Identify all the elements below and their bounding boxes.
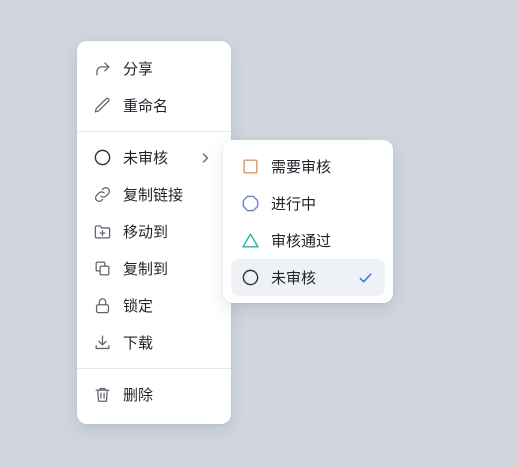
menu-item-label: 重命名 [123,97,169,115]
status-option-label: 审核通过 [271,232,332,250]
menu-divider [77,131,231,132]
square-icon [241,157,260,176]
status-option-needs-review[interactable]: 需要审核 [231,148,385,185]
status-submenu: 需要审核 进行中 审核通过 未审核 [223,140,393,303]
menu-item-label: 复制链接 [123,186,184,204]
circle-status-icon [93,148,112,167]
pencil-icon [93,96,112,115]
triangle-icon [241,231,260,250]
lock-icon [93,296,112,315]
status-option-approved[interactable]: 审核通过 [231,222,385,259]
share-icon [93,59,112,78]
menu-item-label: 分享 [123,60,154,78]
context-menu: 分享 重命名 未审核 复制链接 移动到 复制到 锁定 下载 删除 [77,41,231,424]
status-option-label: 需要审核 [271,158,332,176]
status-option-label: 未审核 [271,269,317,287]
chevron-right-icon [199,152,211,164]
menu-item-label: 删除 [123,386,154,404]
menu-item-label: 锁定 [123,297,154,315]
canvas: 分享 重命名 未审核 复制链接 移动到 复制到 锁定 下载 删除 需要审核 进行… [0,0,518,468]
menu-item-label: 下载 [123,334,154,352]
menu-item-rename[interactable]: 重命名 [77,87,231,124]
copy-icon [93,259,112,278]
menu-item-download[interactable]: 下载 [77,324,231,361]
menu-item-move-to[interactable]: 移动到 [77,213,231,250]
menu-item-copy-link[interactable]: 复制链接 [77,176,231,213]
menu-item-share[interactable]: 分享 [77,50,231,87]
status-option-label: 进行中 [271,195,317,213]
menu-item-status[interactable]: 未审核 [77,139,231,176]
status-option-unreviewed[interactable]: 未审核 [231,259,385,296]
folder-move-icon [93,222,112,241]
circle-icon [241,268,260,287]
menu-item-label: 移动到 [123,223,169,241]
menu-item-label: 复制到 [123,260,169,278]
link-icon [93,185,112,204]
checkmark-icon [358,270,373,285]
menu-item-label: 未审核 [123,149,169,167]
menu-item-lock[interactable]: 锁定 [77,287,231,324]
trash-icon [93,385,112,404]
download-icon [93,333,112,352]
menu-divider [77,368,231,369]
status-option-in-progress[interactable]: 进行中 [231,185,385,222]
menu-item-copy-to[interactable]: 复制到 [77,250,231,287]
menu-item-delete[interactable]: 删除 [77,376,231,413]
octagon-icon [241,194,260,213]
